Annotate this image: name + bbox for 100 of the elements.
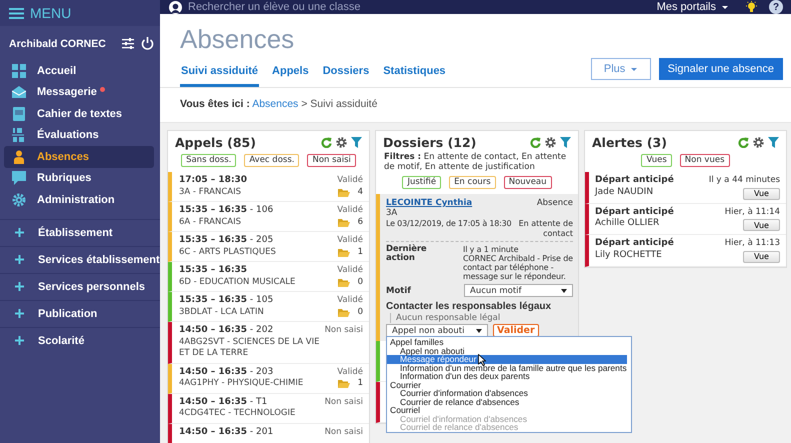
envelope-icon xyxy=(12,85,26,100)
filter-chip[interactable]: Non saisi xyxy=(307,154,356,167)
breadcrumb-separator: > xyxy=(301,98,308,110)
tab[interactable]: Statistiques xyxy=(382,65,447,87)
student-name: Lily ROCHETTE xyxy=(595,250,663,261)
class-name: 4CDG4TEC - TECHNOLOGIE xyxy=(179,408,296,420)
call-row[interactable]: 14:50 – 16:35 - 202 4ABG2SVT - SCIENCES DE LA VIE ET DE LA TERRE Non saisi xyxy=(168,322,369,364)
call-row[interactable]: 15:35 – 16:35 6D - EDUCATION MUSICALE Validé 0 xyxy=(168,262,369,292)
class-name: 6D - EDUCATION MUSICALE xyxy=(179,276,296,288)
dropdown-option[interactable]: Courrier d'information d'absences xyxy=(387,389,627,398)
call-row[interactable]: 14:50 – 16:35 - T1 4CDG4TEC - TECHNOLOGIE Non saisi xyxy=(168,394,369,424)
call-status: Validé xyxy=(337,205,363,216)
dropdown-option[interactable]: Information d'un des deux parents xyxy=(387,372,627,381)
student-name: Achille OLLIER xyxy=(595,218,660,230)
dropdown-option[interactable]: Courrier de relance d'absences xyxy=(387,398,627,406)
folder-icon xyxy=(338,248,350,257)
nav-item[interactable]: Évaluations xyxy=(4,124,154,146)
settings-icon[interactable] xyxy=(753,137,764,148)
refresh-icon[interactable] xyxy=(321,137,332,148)
nav-item[interactable]: Rubriques xyxy=(4,168,154,189)
call-status: Validé xyxy=(337,235,363,246)
search-field[interactable]: Rechercher un élève ou une classe xyxy=(188,1,651,13)
call-status: Validé xyxy=(337,175,363,186)
panel-title: Appels (85) xyxy=(175,135,256,150)
filter-icon[interactable] xyxy=(351,137,362,148)
grid-icon xyxy=(12,64,26,78)
menu-icon[interactable] xyxy=(9,8,24,18)
call-row[interactable]: 14:50 – 16:35 - 201 Non saisi xyxy=(168,424,369,443)
breadcrumb-current: Suivi assiduité xyxy=(310,98,378,110)
caret-icon xyxy=(631,68,638,70)
seen-button[interactable]: Vue xyxy=(743,188,780,200)
report-absence-button[interactable]: Signaler une absence xyxy=(658,58,783,80)
caret-icon xyxy=(722,6,728,8)
seen-button[interactable]: Vue xyxy=(743,250,780,262)
case-type: Absence xyxy=(536,198,573,208)
dropdown-option[interactable]: Message répondeur xyxy=(387,355,627,364)
nav-item[interactable]: Administration xyxy=(4,189,154,210)
student-link[interactable]: LECOINTE Cynthia xyxy=(386,198,472,208)
caret-icon xyxy=(561,288,567,293)
lightbulb-icon[interactable] xyxy=(746,0,757,14)
nav-item[interactable]: Accueil xyxy=(4,60,154,82)
notebook-icon xyxy=(12,106,26,121)
class-name: 3A - FRANCAIS xyxy=(179,186,242,198)
panel-title: Alertes (3) xyxy=(592,135,667,150)
file-count: 1 xyxy=(358,378,363,390)
refresh-icon[interactable] xyxy=(738,137,749,148)
filter-icon[interactable] xyxy=(768,137,779,148)
class-name: 3A xyxy=(386,208,398,219)
seen-button[interactable]: Vue xyxy=(743,219,780,231)
no-guardian-text: Aucun responsable légal xyxy=(390,313,573,324)
menu-label: MENU xyxy=(30,5,72,21)
breadcrumb-link[interactable]: Absences xyxy=(252,98,298,110)
call-status: Non saisi xyxy=(324,396,363,408)
help-button[interactable]: ? xyxy=(769,0,783,14)
call-time: 14:50 – 16:35 - 201 xyxy=(179,426,274,438)
plus-icon xyxy=(15,282,24,291)
student-name: Jade NAUDIN xyxy=(595,186,654,198)
settings-icon[interactable] xyxy=(545,137,556,148)
filter-chip[interactable]: Avec doss. xyxy=(244,154,300,167)
class-name: 4AG1PHY - PHYSIQUE-CHIMIE xyxy=(179,378,304,390)
call-row[interactable]: 15:35 – 16:35 - 106 6A - FRANCAIS Validé 6 xyxy=(168,202,369,232)
dropdown-option[interactable]: Appel non abouti xyxy=(387,346,627,356)
folder-icon xyxy=(338,188,350,197)
folder-icon xyxy=(338,308,350,317)
filter-chip[interactable]: Nouveau xyxy=(504,176,552,189)
page-title: Absences xyxy=(180,24,296,54)
call-row[interactable]: 14:50 – 16:35 - 203 4AG1PHY - PHYSIQUE-CHIMIE Validé 1 xyxy=(168,364,369,394)
call-row[interactable]: 17:05 – 18:30 3A - FRANCAIS Validé 4 xyxy=(168,172,369,202)
call-row[interactable]: 15:35 – 16:35 - 205 6C - ARTS PLASTIQUES Validé 1 xyxy=(168,232,369,262)
dropdown-option[interactable]: Information d'un membre de la famille autre que les parents xyxy=(387,364,627,372)
alert-title: Départ anticipé xyxy=(595,206,674,218)
tab[interactable]: Dossiers xyxy=(322,65,370,87)
contact-select[interactable]: Appel non abouti xyxy=(386,324,488,338)
nav-item[interactable]: Cahier de textes xyxy=(4,103,154,124)
refresh-icon[interactable] xyxy=(530,137,541,148)
filter-chip[interactable]: En cours xyxy=(449,176,496,189)
tab[interactable]: Suivi assiduité xyxy=(180,65,260,87)
settings-icon[interactable] xyxy=(336,137,347,148)
call-status: Non saisi xyxy=(324,325,363,336)
call-row[interactable]: 15:35 – 16:35 - 105 3BDLAT - LCA LATIN Validé 0 xyxy=(168,292,369,322)
filter-chip[interactable]: Vues xyxy=(641,154,672,167)
file-count: 4 xyxy=(358,186,363,198)
class-name: 6A - FRANCAIS xyxy=(179,216,242,228)
nav-item[interactable]: Messagerie xyxy=(4,82,154,103)
call-time: 17:05 – 18:30 xyxy=(179,175,248,186)
tab[interactable]: Appels xyxy=(271,65,310,87)
nav-item[interactable]: Absences xyxy=(4,146,154,168)
filter-chip[interactable]: Non vues xyxy=(680,154,730,167)
user-name: Archibald CORNEC xyxy=(9,38,107,50)
filter-chip[interactable]: Sans doss. xyxy=(181,154,236,167)
portals-menu[interactable]: Mes portails xyxy=(656,1,728,13)
call-status: Non saisi xyxy=(324,426,363,438)
filter-icon[interactable] xyxy=(560,137,571,148)
breadcrumb-label: Vous êtes ici : xyxy=(180,98,250,110)
call-time: 14:50 – 16:35 - 202 xyxy=(179,325,274,336)
reason-select[interactable]: Aucun motif xyxy=(464,284,573,298)
filter-chip[interactable]: Justifié xyxy=(402,176,442,189)
folder-icon xyxy=(338,278,350,287)
power-icon[interactable] xyxy=(141,37,154,50)
sliders-icon[interactable] xyxy=(122,38,134,49)
